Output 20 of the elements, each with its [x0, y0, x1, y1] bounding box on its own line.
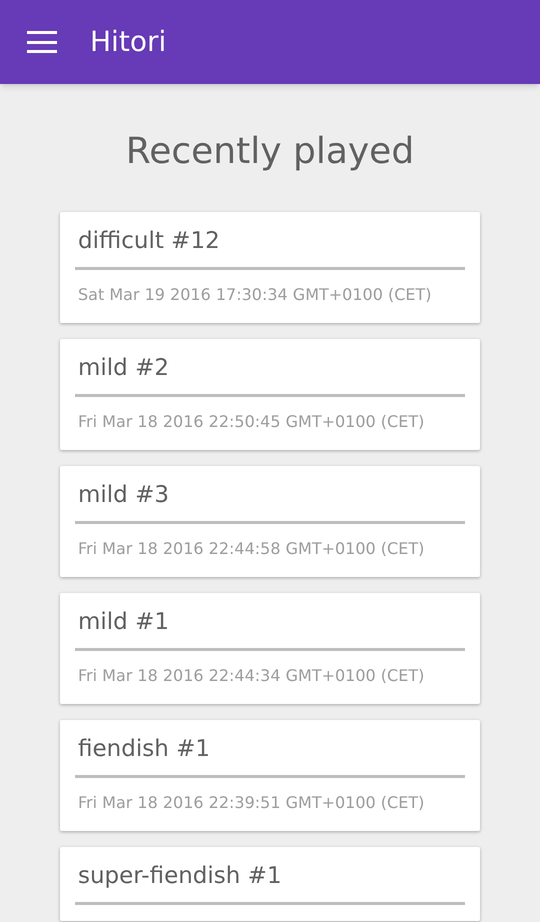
game-card[interactable]: mild #2 Fri Mar 18 2016 22:50:45 GMT+0100 (CET) [60, 339, 480, 450]
game-card[interactable]: mild #1 Fri Mar 18 2016 22:44:34 GMT+0100 (CET) [60, 593, 480, 704]
game-card[interactable]: super-fiendish #1 [60, 847, 480, 921]
played-date: Sat Mar 19 2016 17:30:34 GMT+0100 (CET) [77, 284, 433, 306]
app-title: Hitori [90, 24, 166, 60]
game-name: mild #3 [77, 481, 170, 510]
game-name: fiendish #1 [77, 735, 211, 764]
game-name: mild #1 [77, 608, 170, 637]
page-heading: Recently played [126, 130, 414, 174]
game-card[interactable]: mild #3 Fri Mar 18 2016 22:44:58 GMT+0100 (CET) [60, 466, 480, 577]
played-date: Fri Mar 18 2016 22:39:51 GMT+0100 (CET) [77, 792, 426, 814]
menu-icon[interactable] [27, 31, 57, 53]
game-name: mild #2 [77, 354, 170, 383]
played-date: Fri Mar 18 2016 22:44:34 GMT+0100 (CET) [77, 665, 426, 687]
played-date: Fri Mar 18 2016 22:44:58 GMT+0100 (CET) [77, 538, 426, 560]
game-name: difficult #12 [77, 227, 221, 256]
game-card[interactable]: fiendish #1 Fri Mar 18 2016 22:39:51 GMT+0100 (CET) [60, 720, 480, 831]
game-card[interactable]: difficult #12 Sat Mar 19 2016 17:30:34 GMT+0100 (CET) [60, 212, 480, 323]
game-name: super-fiendish #1 [77, 862, 283, 891]
played-date: Fri Mar 18 2016 22:50:45 GMT+0100 (CET) [77, 411, 426, 433]
